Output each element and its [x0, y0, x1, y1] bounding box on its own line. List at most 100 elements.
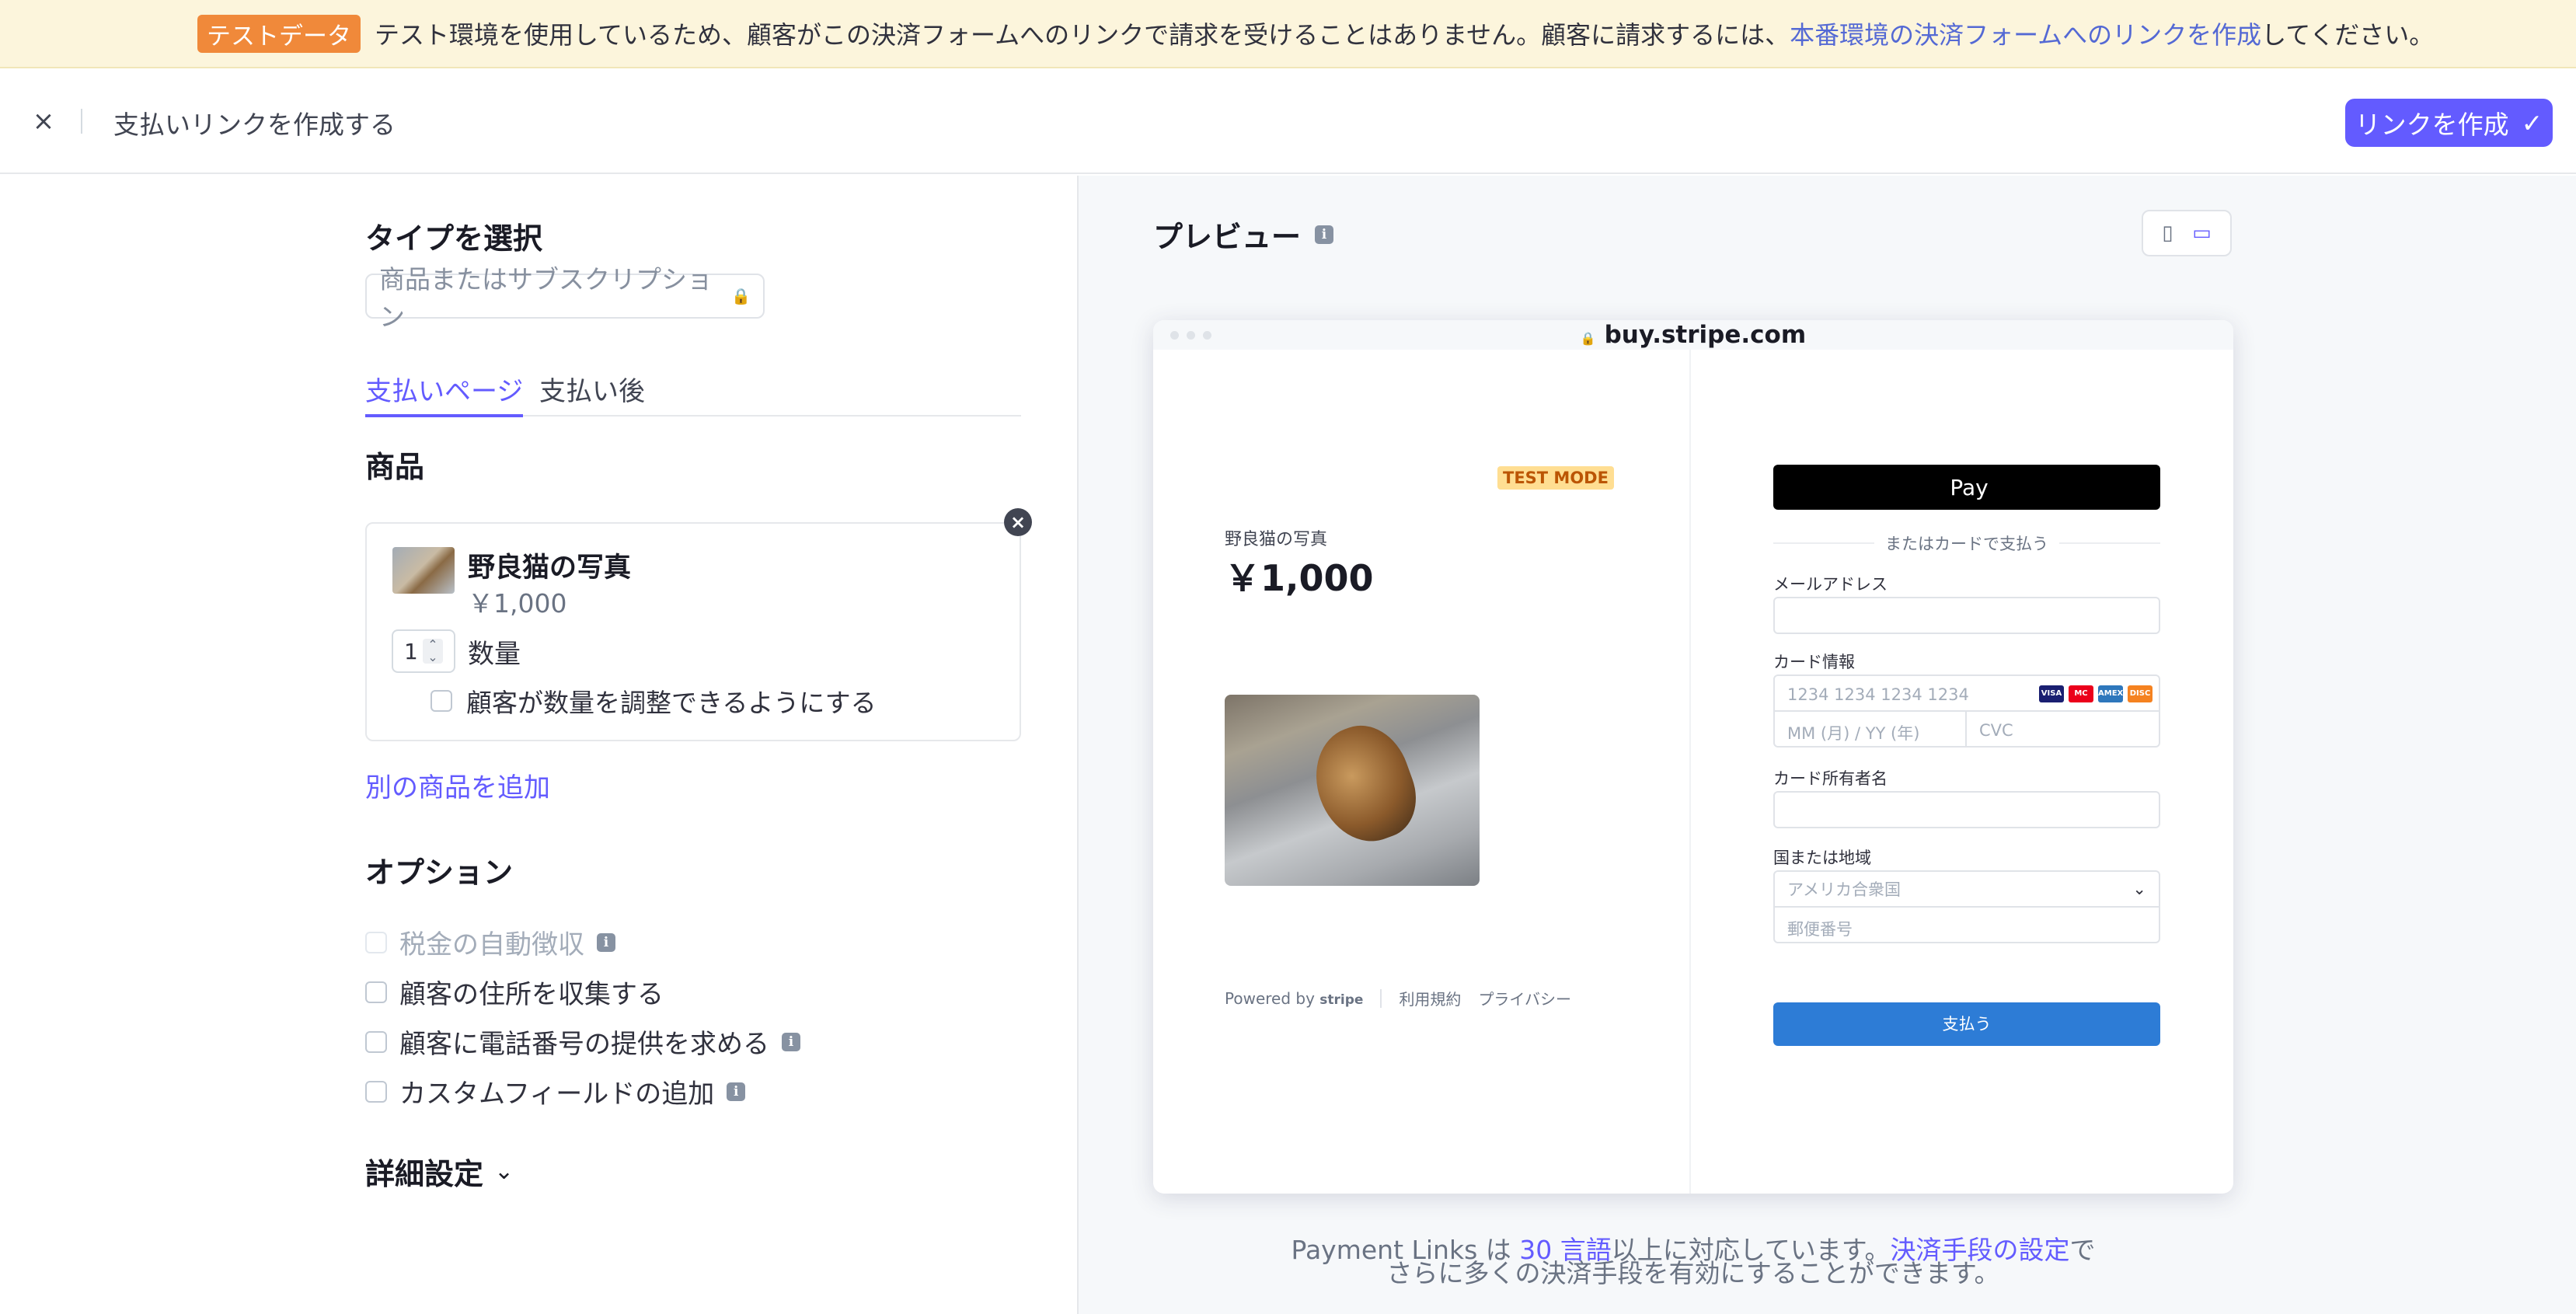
quantity-value: 1 [404, 639, 418, 664]
phone-number-checkbox[interactable] [365, 1030, 387, 1053]
zip-field[interactable]: 郵便番号 [1773, 906, 2160, 943]
device-toggle: ▯ ▭ [2142, 210, 2232, 256]
payment-links-note: Payment Links は 30 言語以上に対応しています。決済手段の設定で… [1153, 1237, 2233, 1288]
card-number-placeholder: 1234 1234 1234 1234 [1787, 685, 1969, 704]
page-tabs: 支払いページ 支払い後 [365, 370, 1021, 417]
card-brand-icons: VISA MC AMEX DISC [2039, 685, 2152, 702]
auto-tax-checkbox [365, 931, 387, 953]
email-label: メールアドレス [1773, 575, 1888, 594]
mobile-icon[interactable]: ▯ [2162, 221, 2173, 245]
remove-product-icon[interactable]: × [1004, 508, 1032, 536]
url-bar: 🔒 buy.stripe.com [1371, 323, 2016, 347]
option-collect-address[interactable]: 顧客の住所を収集する [365, 973, 664, 1011]
header-divider [81, 109, 82, 134]
live-mode-link[interactable]: 本番環境の決済フォームへのリンクを作成 [1790, 16, 2261, 51]
collect-address-checkbox[interactable] [365, 981, 387, 1003]
tab-payment-page[interactable]: 支払いページ [365, 370, 524, 417]
cvc-field[interactable]: CVC [1965, 710, 2160, 748]
option-auto-tax: 税金の自動徴収 i [365, 923, 615, 961]
info-icon[interactable]: i [782, 1032, 800, 1051]
cardholder-name-label: カード所有者名 [1773, 769, 1888, 788]
test-mode-badge: TEST MODE [1497, 466, 1614, 490]
create-link-label: リンクを作成 [2355, 110, 2509, 140]
advanced-settings-label: 詳細設定 [365, 1157, 484, 1191]
apple-pay-label: Pay [1950, 474, 1989, 500]
mastercard-icon: MC [2069, 685, 2093, 702]
expiry-field[interactable]: MM (月) / YY (年) [1773, 710, 1967, 748]
type-select-value: 商品またはサブスクリプション [379, 264, 713, 332]
footer-divider [1380, 988, 1382, 1008]
or-card-divider: またはカードで支払う [1773, 532, 2160, 555]
close-icon[interactable]: × [28, 106, 59, 137]
country-label: 国または地域 [1773, 849, 1871, 867]
terms-link[interactable]: 利用規約 [1399, 987, 1461, 1009]
test-data-banner: テストデータ テスト環境を使用しているため、顧客がこの決済フォームへのリンクで請… [0, 0, 2576, 68]
note-line-2: さらに多くの決済手段を有効にすることができます。 [1386, 1258, 2000, 1288]
settings-panel: タイプを選択 商品またはサブスクリプション 🔒 支払いページ 支払い後 商品 野… [0, 176, 1077, 1314]
url-text: buy.stripe.com [1604, 321, 1807, 349]
email-field[interactable] [1773, 597, 2160, 634]
banner-suffix: してください。 [2261, 20, 2435, 50]
quantity-label: 数量 [468, 639, 521, 670]
page-header: × 支払いリンクを作成する リンクを作成 ✓ [0, 68, 2576, 174]
cardholder-name-field[interactable] [1773, 791, 2160, 828]
country-select[interactable]: アメリカ合衆国 ⌄ [1773, 870, 2160, 908]
auto-tax-label: 税金の自動徴収 [399, 929, 584, 960]
add-product-link[interactable]: 別の商品を追加 [365, 766, 550, 804]
advanced-settings-toggle[interactable]: 詳細設定 ⌄ [365, 1150, 514, 1193]
spinner-icon[interactable]: ⌃ ⌄ [423, 639, 443, 664]
visa-icon: VISA [2039, 685, 2064, 702]
column-divider [1689, 350, 1691, 1194]
checkout-preview: 🔒 buy.stripe.com TEST MODE 野良猫の写真 ￥1,000… [1153, 320, 2233, 1194]
cat-photo [1300, 713, 1429, 855]
product-price: ￥1,000 [468, 588, 567, 619]
note-text: で [2069, 1235, 2096, 1265]
chevron-down-icon: ⌄ [494, 1158, 514, 1185]
type-select: 商品またはサブスクリプション 🔒 [365, 264, 765, 332]
custom-fields-label: カスタムフィールドの追加 [399, 1079, 715, 1110]
desktop-icon[interactable]: ▭ [2192, 221, 2212, 245]
card-label: カード情報 [1773, 653, 1855, 671]
card-number-field[interactable]: 1234 1234 1234 1234 VISA MC AMEX DISC [1773, 674, 2160, 712]
cvc-placeholder: CVC [1979, 721, 2013, 740]
zip-placeholder: 郵便番号 [1787, 920, 1853, 939]
adjust-quantity-checkbox[interactable] [430, 690, 452, 712]
privacy-link[interactable]: プライバシー [1478, 987, 1571, 1009]
option-custom-fields[interactable]: カスタムフィールドの追加 i [365, 1072, 746, 1110]
info-icon[interactable]: i [727, 1082, 746, 1101]
powered-by: Powered by stripe [1225, 988, 1364, 1008]
product-thumbnail [392, 547, 455, 594]
product-name: 野良猫の写真 [468, 552, 632, 584]
preview-title: プレビュー [1153, 220, 1302, 254]
tab-after-payment[interactable]: 支払い後 [539, 370, 645, 414]
check-icon: ✓ [2521, 107, 2543, 138]
options-heading: オプション [365, 856, 514, 890]
adjust-quantity-option[interactable]: 顧客が数量を調整できるようにする [430, 682, 877, 720]
checkout-price: ￥1,000 [1225, 557, 1374, 599]
products-heading: 商品 [365, 450, 425, 484]
chevron-down-icon: ⌄ [2132, 880, 2146, 898]
browser-bar: 🔒 buy.stripe.com [1153, 320, 2233, 350]
expiry-placeholder: MM (月) / YY (年) [1787, 724, 1920, 743]
country-value: アメリカ合衆国 [1787, 880, 1901, 899]
info-icon[interactable]: i [597, 932, 615, 952]
apple-pay-button[interactable]: Pay [1773, 465, 2160, 510]
quantity-stepper[interactable]: 1 ⌃ ⌄ [392, 629, 455, 673]
type-heading: タイプを選択 [365, 221, 543, 256]
lock-icon: 🔒 [731, 287, 751, 305]
custom-fields-checkbox[interactable] [365, 1080, 387, 1103]
pay-button[interactable]: 支払う [1773, 1002, 2160, 1046]
create-link-button[interactable]: リンクを作成 ✓ [2345, 99, 2553, 147]
info-icon[interactable]: i [1315, 225, 1334, 244]
banner-text: テスト環境を使用しているため、顧客がこの決済フォームへのリンクで請求を受けること… [375, 20, 1790, 50]
adjust-quantity-label: 顧客が数量を調整できるようにする [466, 688, 877, 718]
amex-icon: AMEX [2098, 685, 2123, 702]
lock-icon: 🔒 [1580, 331, 1596, 346]
checkout-footer: Powered by stripe 利用規約 プライバシー [1225, 987, 1571, 1009]
product-card: 野良猫の写真 ￥1,000 1 ⌃ ⌄ 数量 顧客が数量を調整できるようにする [365, 522, 1021, 741]
test-data-badge: テストデータ [197, 14, 361, 53]
option-phone-number[interactable]: 顧客に電話番号の提供を求める i [365, 1023, 800, 1061]
phone-number-label: 顧客に電話番号の提供を求める [399, 1029, 769, 1060]
checkout-product-name: 野良猫の写真 [1225, 530, 1328, 549]
preview-panel: プレビュー i ▯ ▭ 🔒 buy.stripe.com TEST MODE 野… [1077, 176, 2576, 1314]
